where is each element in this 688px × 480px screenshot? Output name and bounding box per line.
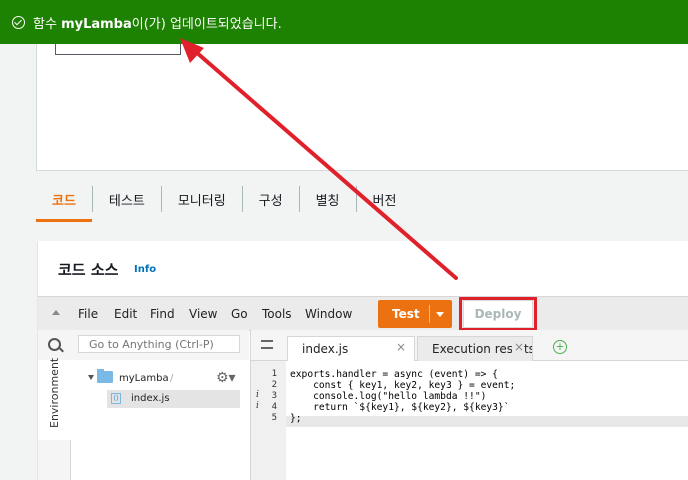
info-marker-icon[interactable]: i <box>256 390 259 400</box>
menu-go[interactable]: Go <box>231 307 248 321</box>
ide-menubar: File Edit Find View Go Tools Window Test… <box>38 296 688 331</box>
collapse-triangle-icon[interactable] <box>52 310 60 315</box>
active-line-highlight <box>286 416 688 427</box>
code-line: }; <box>290 413 302 424</box>
line-number-gutter: 1 2 i 3 i 4 5 <box>250 361 287 480</box>
add-tab-icon[interactable]: + <box>553 340 567 354</box>
editor-tab-index-js[interactable]: index.js × <box>287 336 415 361</box>
code-editor[interactable]: exports.handler = async (event) => { con… <box>286 361 688 480</box>
tab-configuration[interactable]: 구성 <box>243 176 299 222</box>
chevron-down-icon[interactable] <box>436 312 444 317</box>
code-line: const { key1, key2, key3 } = event; <box>290 380 516 391</box>
menu-find[interactable]: Find <box>150 307 175 321</box>
file-search-row <box>38 330 249 361</box>
tab-versions[interactable]: 버전 <box>357 176 413 222</box>
tab-test[interactable]: 테스트 <box>93 176 161 222</box>
line-number: 4 <box>271 402 277 412</box>
info-link[interactable]: Info <box>134 264 156 275</box>
deploy-annotation-box <box>459 297 537 331</box>
environment-label[interactable]: Environment <box>48 358 61 428</box>
folder-icon <box>97 369 113 383</box>
close-icon[interactable]: × <box>396 340 406 354</box>
code-line: return `${key1}, ${key2}, ${key3}` <box>290 402 510 413</box>
overview-box <box>55 44 181 55</box>
tab-aliases[interactable]: 별칭 <box>300 176 356 222</box>
menu-view[interactable]: View <box>189 307 217 321</box>
check-circle-icon <box>12 15 25 29</box>
flash-function-name: myLamba <box>61 16 132 32</box>
test-button-label: Test <box>392 307 420 321</box>
js-file-icon: ⟨⟩ <box>111 393 121 404</box>
editor-menu-icon[interactable] <box>261 340 273 349</box>
environment-sidebar: Environment <box>38 358 71 480</box>
function-overview-panel <box>36 44 688 171</box>
code-line: console.log("hello lambda !!") <box>290 391 487 402</box>
test-button[interactable]: Test <box>378 300 452 328</box>
menu-window[interactable]: Window <box>305 307 352 321</box>
file-tree: myLamba / ⚙▾ ⟨⟩ index.js <box>71 360 249 480</box>
line-number: 5 <box>271 413 277 423</box>
tree-file-name: index.js <box>131 393 170 404</box>
editor-tab-execution-results[interactable]: Execution results × <box>417 336 533 361</box>
close-icon[interactable]: × <box>511 340 524 354</box>
folder-name[interactable]: myLamba <box>119 373 169 384</box>
code-line: exports.handler = async (event) => { <box>290 369 498 380</box>
expand-triangle-icon[interactable] <box>88 375 94 380</box>
function-tabs: 코드 테스트 모니터링 구성 별칭 버전 <box>36 176 688 222</box>
line-number: 3 <box>271 391 277 401</box>
flash-message: 함수 myLamba이(가) 업데이트되었습니다. <box>33 16 282 32</box>
success-flashbar: 함수 myLamba이(가) 업데이트되었습니다. <box>0 0 688 44</box>
button-divider <box>429 305 430 323</box>
gear-icon[interactable]: ⚙▾ <box>216 370 236 386</box>
line-number: 2 <box>271 380 277 390</box>
menu-file[interactable]: File <box>78 307 98 321</box>
menu-tools[interactable]: Tools <box>262 307 292 321</box>
search-icon[interactable] <box>48 338 61 351</box>
menu-edit[interactable]: Edit <box>114 307 137 321</box>
info-marker-icon[interactable]: i <box>256 401 259 411</box>
editor-tab-label: index.js <box>302 342 349 356</box>
tab-code[interactable]: 코드 <box>36 176 92 222</box>
code-source-panel: 코드 소스 Info File Edit Find View Go Tools … <box>38 241 688 480</box>
go-to-anything-input[interactable] <box>78 335 240 353</box>
line-number: 1 <box>271 369 277 379</box>
editor-tab-bar: index.js × Execution results × + <box>250 330 688 361</box>
tab-monitoring[interactable]: 모니터링 <box>162 176 242 222</box>
tree-file-row[interactable]: ⟨⟩ index.js <box>107 390 240 408</box>
code-source-title: 코드 소스 <box>58 261 119 279</box>
folder-path-slash: / <box>170 373 174 384</box>
